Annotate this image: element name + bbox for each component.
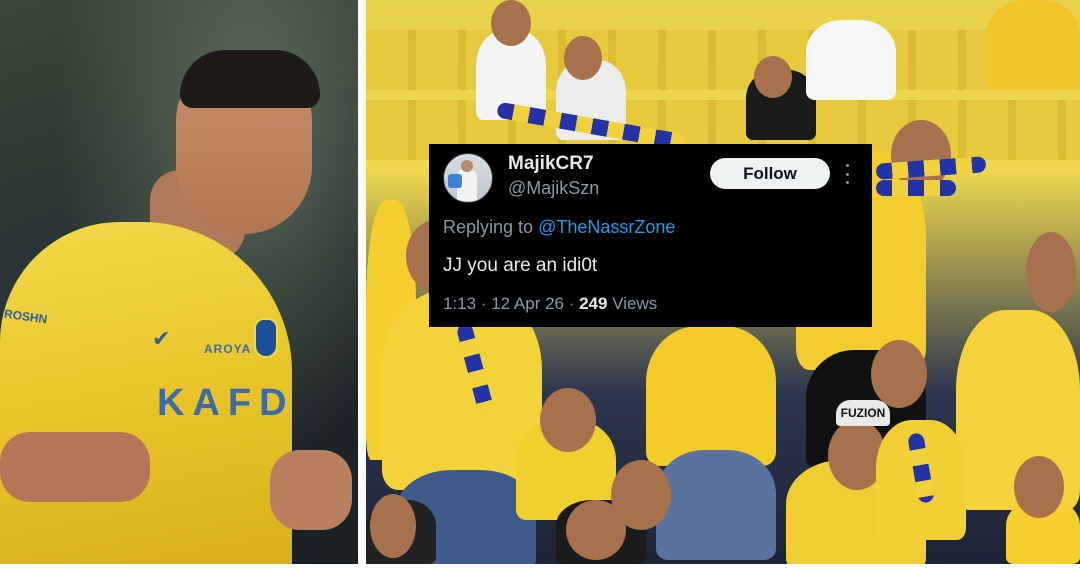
player-thumbs-up: [270, 450, 352, 530]
avatar-accent: [448, 174, 462, 188]
bottom-border: [0, 564, 1080, 569]
reply-mention-link[interactable]: @TheNassrZone: [538, 217, 675, 237]
fan-head: [370, 494, 416, 558]
views-count: 249: [579, 294, 608, 313]
fan-head: [754, 56, 792, 98]
fan-head: [871, 340, 927, 408]
fuzion-cap: FUZION: [836, 400, 890, 426]
player-arm: [0, 432, 150, 502]
fan: [806, 20, 896, 100]
meta-separator: ·: [563, 294, 580, 313]
display-name[interactable]: MajikCR7: [508, 153, 594, 175]
player-hair: [180, 50, 320, 108]
reply-prefix: Replying to: [443, 217, 539, 237]
player-photo: ✔ AROYA KAFD ROSHN: [0, 0, 358, 564]
kit-brand-text: AROYA: [204, 342, 252, 356]
follow-button[interactable]: Follow: [710, 158, 830, 189]
fan-head: [491, 0, 531, 46]
user-handle[interactable]: @MajikSzn: [508, 178, 599, 199]
tweet-date[interactable]: 12 Apr 26: [491, 294, 564, 313]
fan-head: [540, 388, 596, 452]
fan-head: [1026, 232, 1076, 312]
views-label: Views: [607, 294, 658, 313]
tweet-time[interactable]: 1:13: [443, 294, 476, 313]
stadium-seats: [366, 30, 1080, 90]
panel-divider: [358, 0, 366, 569]
avatar-figure-head: [461, 160, 473, 172]
tweet-text: JJ you are an idi0t: [443, 255, 598, 276]
tweet-meta: 1:13 · 12 Apr 26 · 249 Views: [443, 294, 657, 314]
user-avatar[interactable]: [443, 153, 493, 203]
meta-separator: ·: [476, 294, 492, 313]
kit-swoosh-logo: ✔: [152, 326, 171, 351]
club-crest-logo: [254, 318, 278, 358]
fan: [986, 0, 1080, 90]
tweet-card: MajikCR7 @MajikSzn Follow Replying to @T…: [429, 144, 872, 327]
fan-head: [611, 460, 671, 530]
fan-head: [564, 36, 602, 80]
fan-scarf: [876, 180, 956, 196]
more-icon[interactable]: [841, 164, 853, 184]
fan: [646, 326, 776, 466]
fan-jeans: [656, 450, 776, 560]
fan-head: [1014, 456, 1064, 518]
kit-sponsor-text: KAFD: [157, 382, 295, 424]
replying-to-line: Replying to @TheNassrZone: [443, 217, 675, 238]
